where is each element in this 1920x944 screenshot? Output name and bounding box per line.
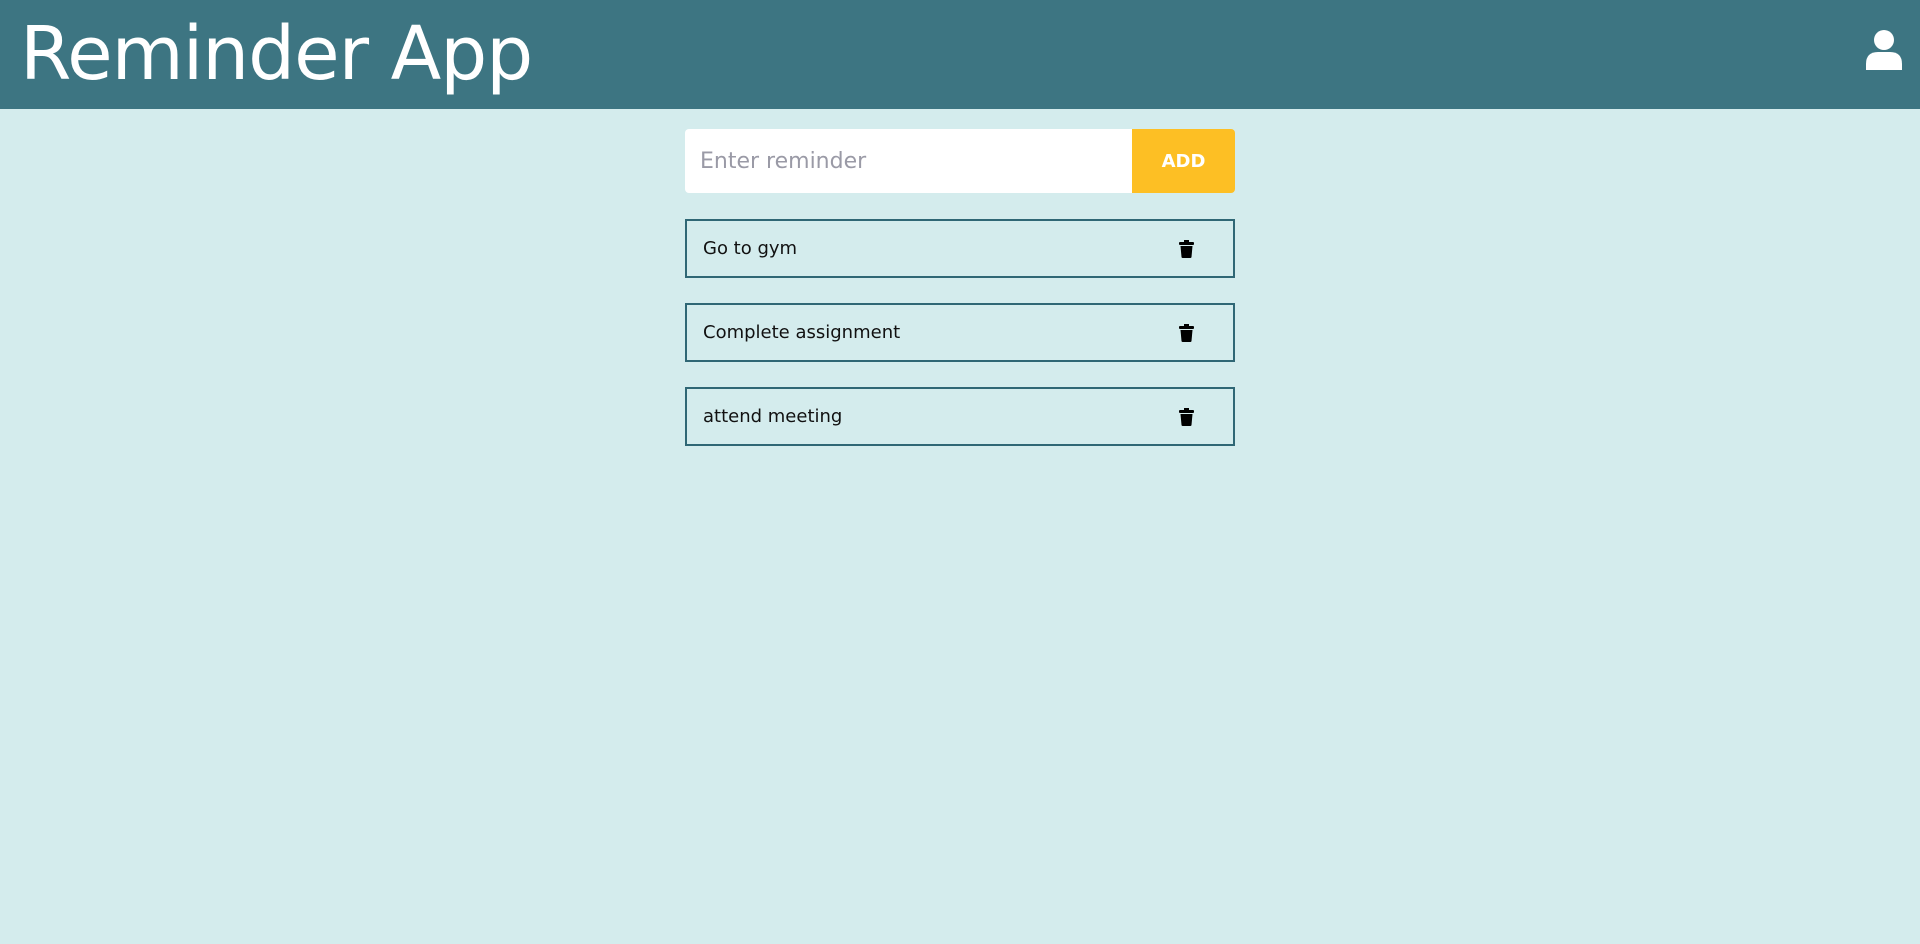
reminder-list: Go to gym Complete assignment attend mee… <box>685 219 1235 471</box>
reminder-composer: ADD <box>685 129 1235 193</box>
reminder-item: Complete assignment <box>685 303 1235 362</box>
add-button[interactable]: ADD <box>1132 129 1235 193</box>
reminder-text: Complete assignment <box>703 322 901 343</box>
app-header: Reminder App <box>0 0 1920 109</box>
reminder-input[interactable] <box>685 129 1132 193</box>
reminder-item: Go to gym <box>685 219 1235 278</box>
reminder-text: attend meeting <box>703 406 843 427</box>
delete-button[interactable] <box>1171 318 1201 348</box>
user-icon[interactable] <box>1866 30 1902 70</box>
delete-button[interactable] <box>1171 402 1201 432</box>
trash-icon <box>1178 239 1194 258</box>
reminder-item: attend meeting <box>685 387 1235 446</box>
trash-icon <box>1178 323 1194 342</box>
delete-button[interactable] <box>1171 234 1201 264</box>
trash-icon <box>1178 407 1194 426</box>
app-title: Reminder App <box>20 11 533 97</box>
reminder-text: Go to gym <box>703 238 798 259</box>
